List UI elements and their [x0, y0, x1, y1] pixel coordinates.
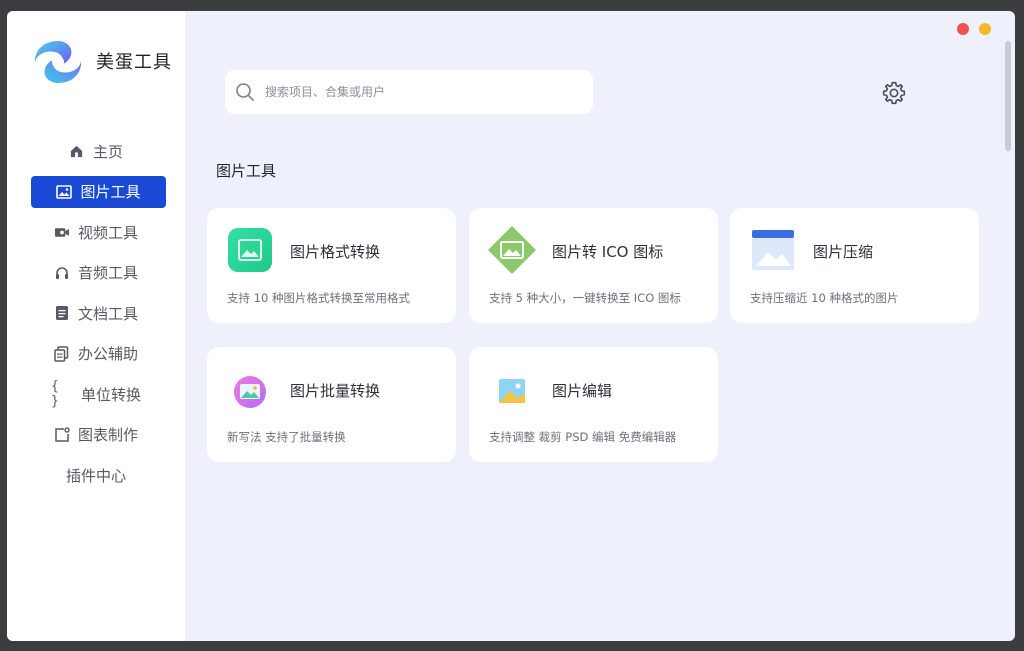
ico-convert-icon — [488, 226, 536, 274]
card-description: 支持压缩近 10 种格式的图片 — [750, 291, 899, 305]
headphones-icon — [54, 265, 70, 281]
card-description: 支持调整 裁剪 PSD 编辑 免费编辑器 — [489, 430, 677, 444]
image-edit-icon — [499, 379, 525, 403]
section-title: 图片工具 — [216, 162, 277, 180]
scrollbar[interactable] — [1005, 41, 1011, 151]
sidebar-item-unit-convert[interactable]: { } 单位转换 — [7, 378, 185, 410]
window-controls — [957, 23, 991, 35]
search-bar[interactable] — [225, 70, 593, 114]
sidebar-item-label: 文档工具 — [77, 304, 138, 323]
sidebar-item-label: 单位转换 — [80, 385, 141, 404]
sidebar-item-label: 图片工具 — [80, 183, 141, 201]
sidebar-item-label: 图表制作 — [77, 426, 138, 444]
minimize-window-button[interactable] — [979, 23, 991, 35]
copy-icon — [54, 345, 70, 362]
chart-icon — [54, 426, 70, 443]
video-icon — [54, 224, 70, 240]
card-title: 图片转 ICO 图标 — [552, 243, 664, 261]
card-title: 图片批量转换 — [290, 382, 381, 400]
card-title: 图片格式转换 — [290, 243, 381, 261]
app-window: 美蛋工具 主页 图片工具 视频工具 音频工具 文档工具 办公辅助 {} 单位转… — [7, 11, 1015, 641]
search-input[interactable] — [263, 84, 567, 100]
card-description: 新写法 支持了批量转换 — [227, 430, 346, 444]
image-format-icon — [228, 228, 272, 272]
close-window-button[interactable] — [957, 23, 969, 35]
settings-gear-icon[interactable] — [881, 80, 907, 106]
sidebar-nav: 主页 图片工具 视频工具 音频工具 文档工具 办公辅助 {} 单位转换 图表制… — [7, 135, 185, 500]
card-title: 图片压缩 — [813, 243, 874, 261]
sidebar-item-label: 主页 — [92, 142, 123, 161]
card-description: 支持 5 种大小，一键转换至 ICO 图标 — [489, 291, 681, 305]
image-compress-icon — [752, 230, 794, 270]
tool-card-image-compress[interactable]: 图片压缩 支持压缩近 10 种格式的图片 — [730, 208, 979, 323]
tool-card-ico-convert[interactable]: 图片转 ICO 图标 支持 5 种大小，一键转换至 ICO 图标 — [469, 208, 718, 323]
home-icon — [69, 143, 85, 159]
app-brand-name: 美蛋工具 — [96, 52, 172, 73]
card-title: 图片编辑 — [552, 382, 613, 400]
tool-card-image-format[interactable]: 图片格式转换 支持 10 种图片格式转换至常用格式 — [207, 208, 456, 323]
sidebar-item-video-tools[interactable]: 视频工具 — [7, 216, 185, 248]
image-icon — [56, 184, 73, 200]
document-icon — [54, 305, 70, 321]
braces-icon: { } — [50, 379, 59, 409]
sidebar: 美蛋工具 主页 图片工具 视频工具 音频工具 文档工具 办公辅助 {} 单位转… — [7, 11, 185, 641]
app-logo — [34, 41, 82, 83]
sidebar-item-label: 插件中心 — [65, 466, 126, 485]
card-description: 支持 10 种图片格式转换至常用格式 — [227, 291, 410, 305]
sidebar-item-plugin-center[interactable]: 插件中心 — [7, 459, 185, 491]
sidebar-item-chart-make[interactable]: 图表制作 — [7, 419, 185, 451]
sidebar-item-label: 音频工具 — [77, 264, 138, 282]
sidebar-item-office-assist[interactable]: 办公辅助 — [7, 338, 185, 370]
tool-card-batch-convert[interactable]: 图片批量转换 新写法 支持了批量转换 — [207, 347, 456, 462]
sidebar-item-audio-tools[interactable]: 音频工具 — [7, 257, 185, 289]
sidebar-item-home[interactable]: 主页 — [7, 135, 185, 167]
sidebar-item-image-tools[interactable]: 图片工具 — [31, 175, 166, 208]
sidebar-item-label: 办公辅助 — [77, 345, 138, 363]
search-icon — [236, 83, 254, 101]
tool-card-image-edit[interactable]: 图片编辑 支持调整 裁剪 PSD 编辑 免费编辑器 — [469, 347, 718, 462]
batch-convert-icon — [234, 376, 266, 408]
sidebar-item-label: 视频工具 — [77, 223, 138, 242]
sidebar-item-document-tools[interactable]: 文档工具 — [7, 297, 185, 329]
